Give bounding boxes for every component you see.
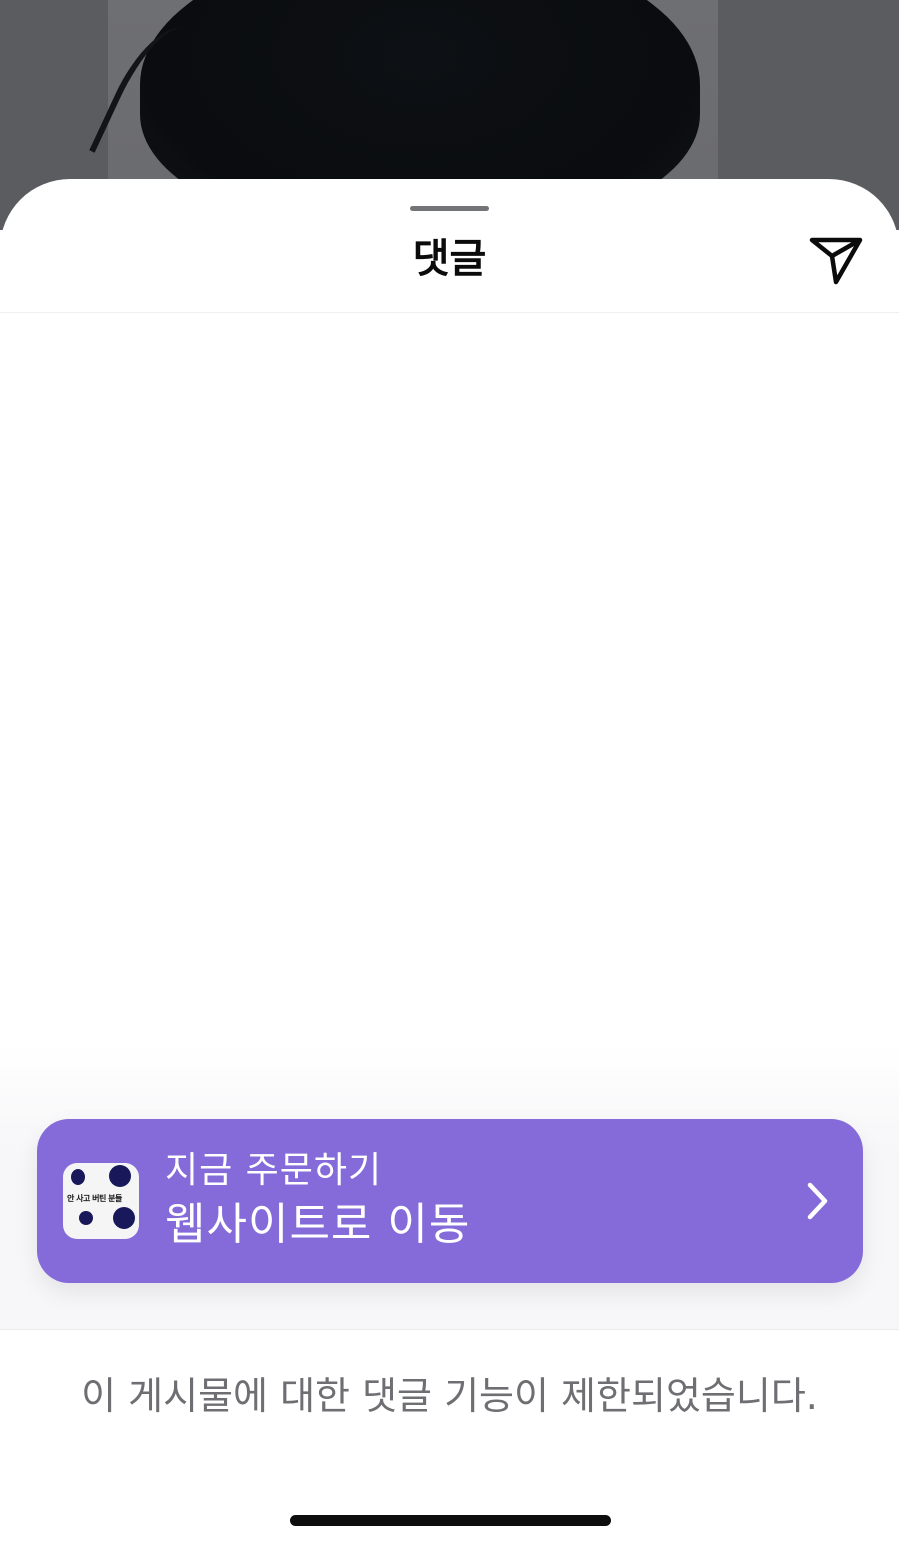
thumbnail-caption: 안 사고 버틴 분들 [67,1194,122,1203]
sheet-title: 댓글 [412,236,487,282]
cta-subtitle: 웹사이트로 이동 [165,1199,471,1250]
cta-title: 지금 주문하기 [165,1150,383,1191]
screen: 댓글 안 사고 버틴 분들 지금 주문하기 웹사이트로 이동 이 게시물에 대한… [0,0,899,1545]
chevron-right-icon [805,1181,831,1221]
paper-plane-icon [809,237,863,285]
product-thumbnail: 안 사고 버틴 분들 [63,1163,139,1239]
home-indicator[interactable] [290,1515,611,1526]
share-button[interactable] [806,234,866,290]
sheet-header: 댓글 [0,179,899,313]
comments-restricted-message: 이 게시물에 대한 댓글 기능이 제한되었습니다. [81,1374,818,1418]
order-now-cta[interactable]: 안 사고 버틴 분들 지금 주문하기 웹사이트로 이동 [37,1119,863,1283]
footer [0,1330,899,1545]
comments-sheet: 댓글 안 사고 버틴 분들 지금 주문하기 웹사이트로 이동 이 게시물에 대한… [0,179,899,1545]
